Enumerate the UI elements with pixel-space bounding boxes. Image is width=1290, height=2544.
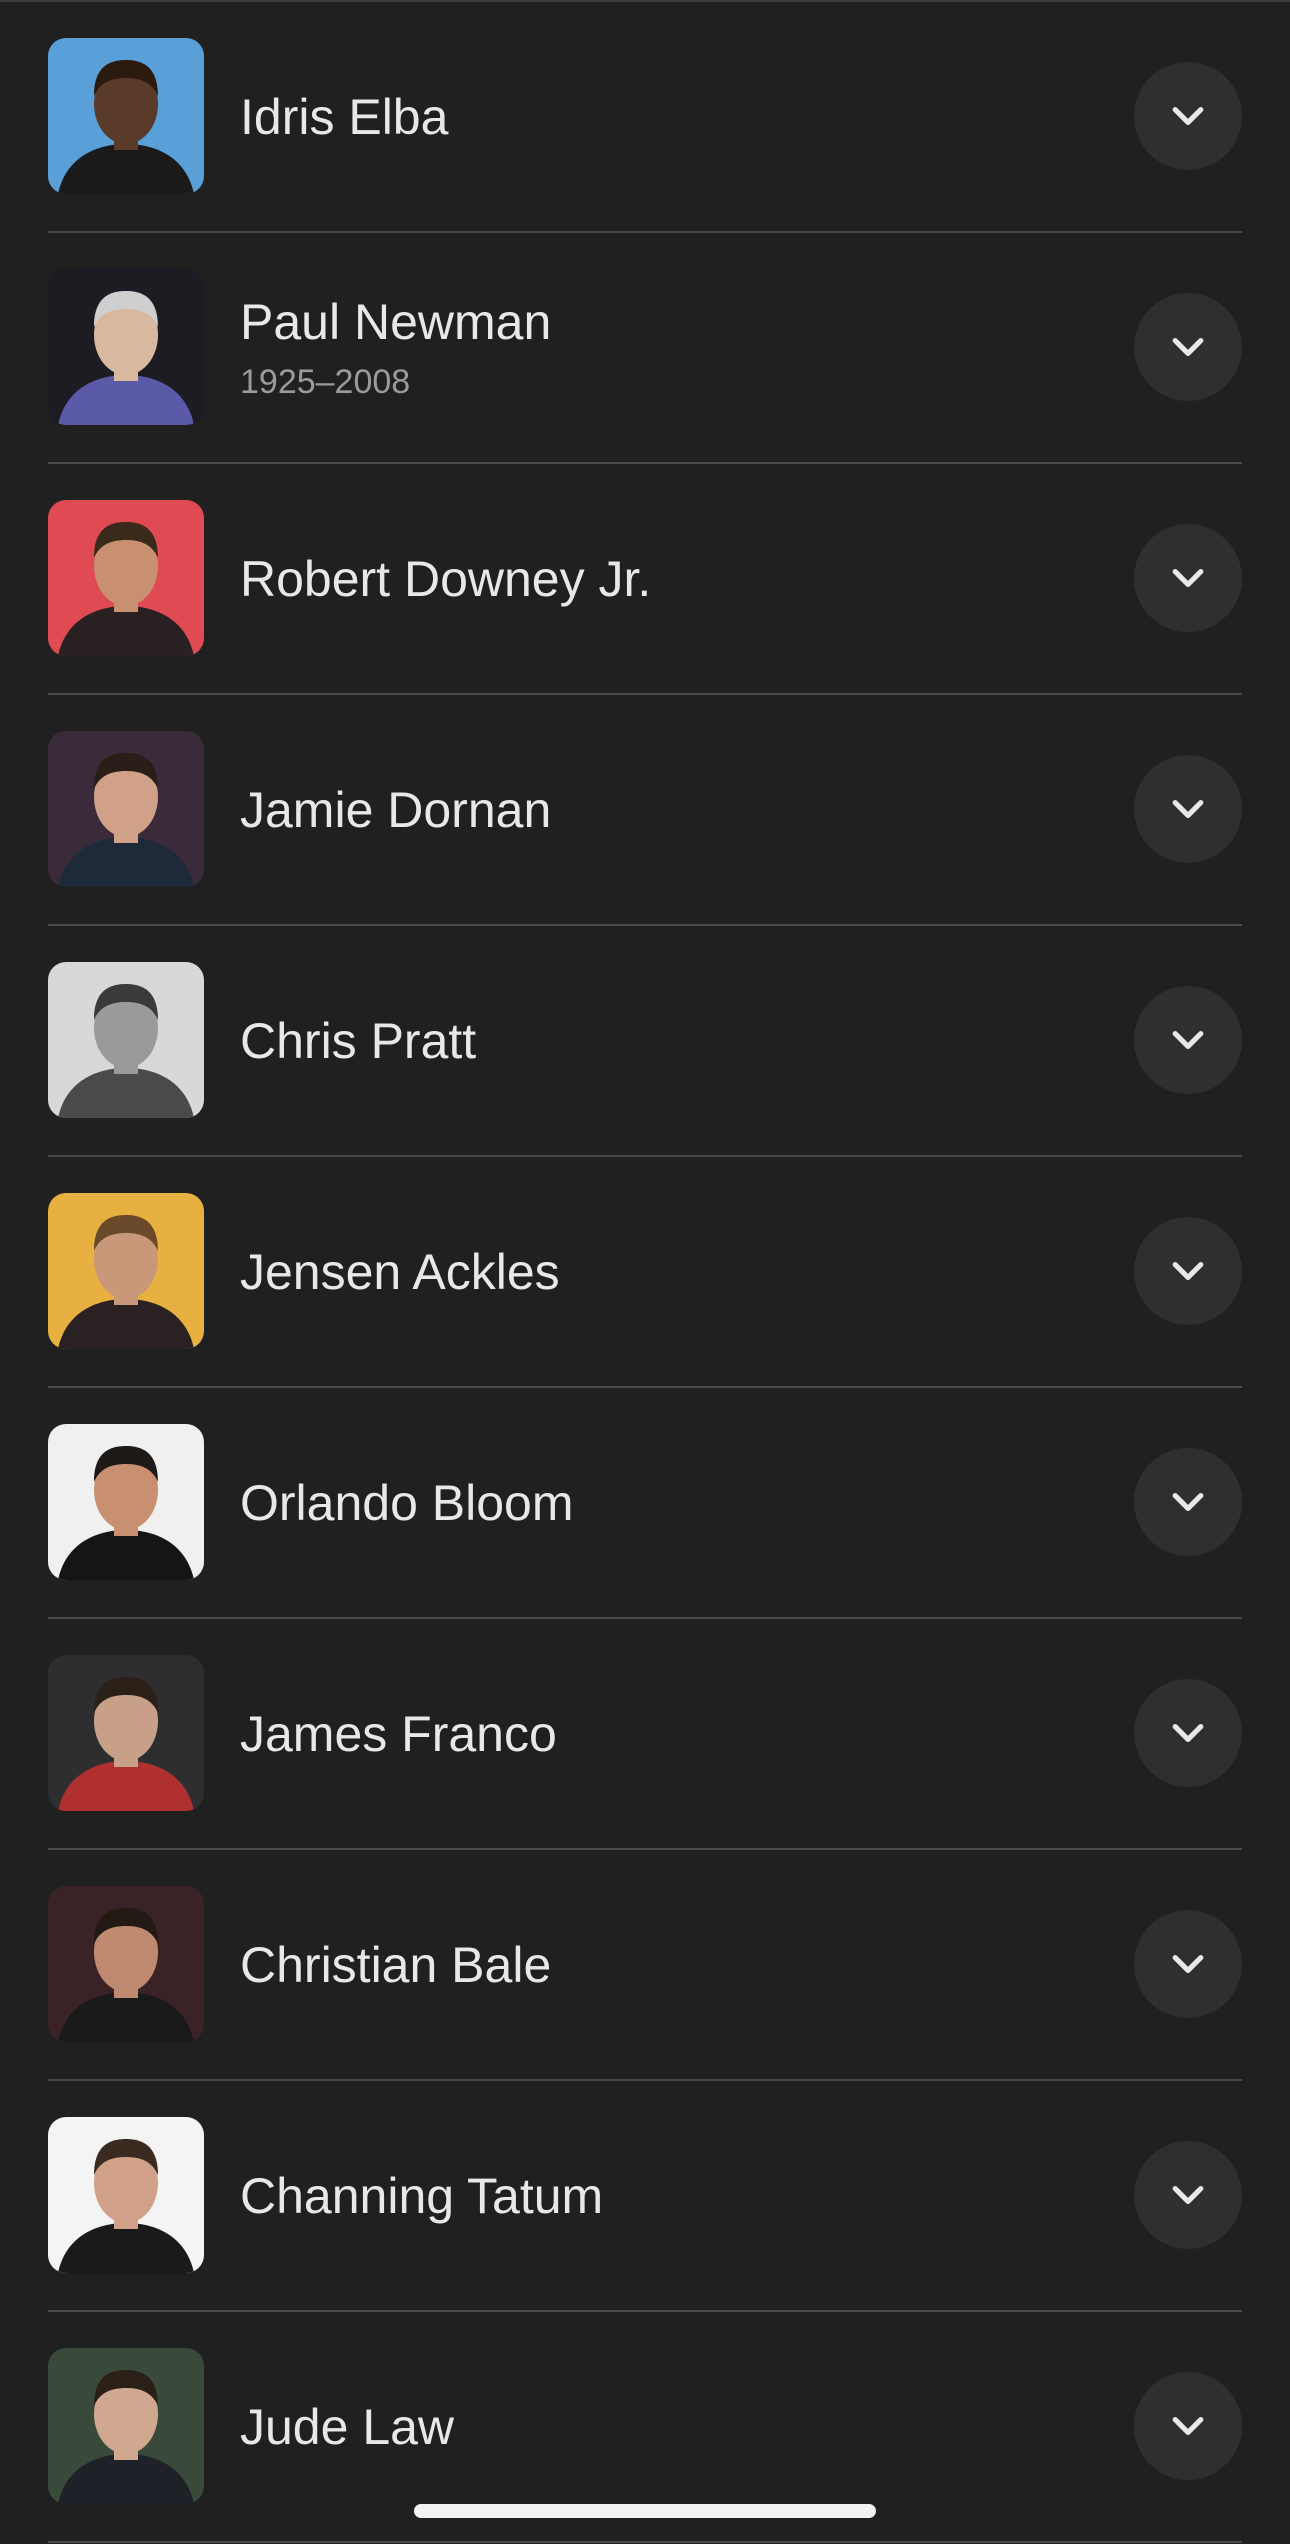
expand-button[interactable] xyxy=(1134,1910,1242,2018)
list-item-text: Robert Downey Jr. xyxy=(240,464,1082,693)
list-item[interactable]: Idris Elba xyxy=(48,2,1242,233)
list-item[interactable]: Channing Tatum xyxy=(48,2081,1242,2312)
chevron-down-icon xyxy=(1172,1262,1204,1280)
home-indicator xyxy=(414,2504,876,2518)
expand-button[interactable] xyxy=(1134,1679,1242,1787)
chevron-down-icon xyxy=(1172,569,1204,587)
avatar xyxy=(48,731,204,887)
expand-button[interactable] xyxy=(1134,2372,1242,2480)
avatar xyxy=(48,500,204,656)
avatar xyxy=(48,1193,204,1349)
list-item-text: Chris Pratt xyxy=(240,926,1082,1155)
list-item[interactable]: Chris Pratt xyxy=(48,926,1242,1157)
person-name: Paul Newman xyxy=(240,293,552,350)
list-item-text: Orlando Bloom xyxy=(240,1388,1082,1617)
chevron-down-icon xyxy=(1172,1724,1204,1742)
person-name: Jamie Dornan xyxy=(240,781,552,838)
expand-button[interactable] xyxy=(1134,62,1242,170)
list-item[interactable]: Orlando Bloom xyxy=(48,1388,1242,1619)
expand-button[interactable] xyxy=(1134,986,1242,1094)
list-item-text: Christian Bale xyxy=(240,1850,1082,2079)
list-item[interactable]: Christian Bale xyxy=(48,1850,1242,2081)
chevron-down-icon xyxy=(1172,1955,1204,1973)
expand-button[interactable] xyxy=(1134,524,1242,632)
chevron-down-icon xyxy=(1172,800,1204,818)
person-name: Christian Bale xyxy=(240,1936,552,1993)
list-item[interactable]: Paul Newman 1925–2008 xyxy=(48,233,1242,464)
person-name: Channing Tatum xyxy=(240,2167,604,2224)
person-name: Robert Downey Jr. xyxy=(240,550,652,607)
person-name: Jensen Ackles xyxy=(240,1243,560,1300)
expand-button[interactable] xyxy=(1134,2141,1242,2249)
expand-button[interactable] xyxy=(1134,1217,1242,1325)
expand-button[interactable] xyxy=(1134,293,1242,401)
chevron-down-icon xyxy=(1172,2417,1204,2435)
avatar xyxy=(48,38,204,194)
avatar xyxy=(48,962,204,1118)
chevron-down-icon xyxy=(1172,338,1204,356)
avatar xyxy=(48,1424,204,1580)
list-item-text: Jensen Ackles xyxy=(240,1157,1082,1386)
list-item-text: Idris Elba xyxy=(240,2,1082,231)
list-item-text: Channing Tatum xyxy=(240,2081,1082,2310)
list-item[interactable]: Jamie Dornan xyxy=(48,695,1242,926)
list-item-text: Jamie Dornan xyxy=(240,695,1082,924)
chevron-down-icon xyxy=(1172,1493,1204,1511)
person-years: 1925–2008 xyxy=(240,362,411,401)
chevron-down-icon xyxy=(1172,1031,1204,1049)
chevron-down-icon xyxy=(1172,2186,1204,2204)
expand-button[interactable] xyxy=(1134,755,1242,863)
person-name: Jude Law xyxy=(240,2398,455,2455)
avatar xyxy=(48,2117,204,2273)
avatar xyxy=(48,2348,204,2504)
list-item[interactable]: Jensen Ackles xyxy=(48,1157,1242,1388)
people-list: Idris Elba Paul Newman 1925–2008 Robert Dow… xyxy=(0,0,1290,2543)
avatar xyxy=(48,269,204,425)
expand-button[interactable] xyxy=(1134,1448,1242,1556)
person-name: Chris Pratt xyxy=(240,1012,477,1069)
avatar xyxy=(48,1655,204,1811)
list-item-text: James Franco xyxy=(240,1619,1082,1848)
list-item[interactable]: James Franco xyxy=(48,1619,1242,1850)
chevron-down-icon xyxy=(1172,107,1204,125)
list-item-text: Paul Newman 1925–2008 xyxy=(240,233,1082,462)
person-name: Idris Elba xyxy=(240,88,449,145)
avatar xyxy=(48,1886,204,2042)
person-name: Orlando Bloom xyxy=(240,1474,574,1531)
person-name: James Franco xyxy=(240,1705,557,1762)
list-item[interactable]: Robert Downey Jr. xyxy=(48,464,1242,695)
